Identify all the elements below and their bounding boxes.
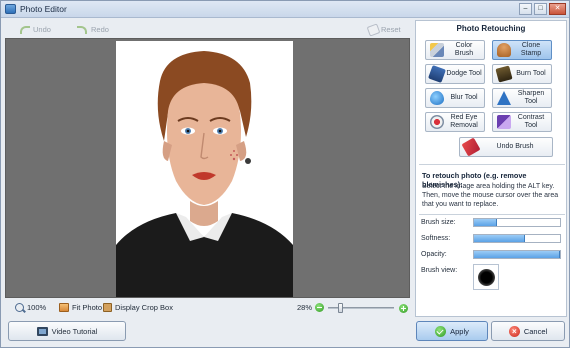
brush-preview (473, 264, 499, 290)
reset-icon (367, 24, 378, 34)
maximize-button[interactable]: □ (534, 3, 547, 15)
app-icon (5, 4, 16, 14)
undo-button[interactable]: Undo (19, 22, 51, 36)
redo-button[interactable]: Redo (77, 22, 109, 36)
apply-label: Apply (450, 326, 469, 336)
redo-label: Redo (91, 24, 109, 34)
minimize-button[interactable]: – (519, 3, 532, 15)
cancel-button[interactable]: × Cancel (491, 321, 565, 341)
video-tutorial-label: Video Tutorial (51, 326, 98, 336)
brush-size-label: Brush size: (421, 219, 456, 226)
tool-label: Dodge Tool (446, 70, 482, 77)
reset-label: Reset (381, 24, 401, 34)
tool-label: Sharpen Tool (517, 90, 545, 105)
tool-color-brush[interactable]: Color Brush (425, 40, 485, 60)
panel-divider (419, 164, 565, 165)
undo-label: Undo (33, 24, 51, 34)
zoom-out-icon[interactable] (315, 303, 325, 312)
tool-label: Red Eye Removal (450, 114, 478, 129)
opacity-label: Opacity: (421, 251, 447, 258)
video-tutorial-button[interactable]: Video Tutorial (8, 321, 126, 341)
photo-editor-window: Photo Editor – □ ✕ Undo Redo Reset 100% … (0, 0, 570, 348)
fit-photo-icon (59, 303, 69, 312)
panel-title: Photo Retouching (456, 24, 526, 33)
hint-text: Select the image area holding the ALT ke… (422, 183, 559, 209)
reset-button[interactable]: Reset (367, 22, 401, 36)
opacity-fill (474, 251, 560, 258)
zoom-100-button[interactable]: 100% (15, 303, 46, 312)
blur-tool-icon (430, 91, 444, 105)
tool-label: Contrast Tool (517, 114, 545, 129)
tool-blur[interactable]: Blur Tool (425, 88, 485, 108)
edit-toolbar: Undo Redo Reset (5, 20, 410, 38)
cancel-label: Cancel (523, 326, 548, 336)
redo-icon (77, 24, 88, 34)
zoom-icon (15, 303, 24, 312)
film-icon (36, 326, 48, 336)
panel-divider (419, 214, 565, 215)
crop-box-icon (103, 303, 112, 312)
tool-label: Color Brush (454, 42, 474, 57)
tool-burn[interactable]: Burn Tool (492, 64, 552, 84)
fit-photo-label: Fit Photo (72, 303, 103, 312)
tool-dodge[interactable]: Dodge Tool (425, 64, 485, 84)
retouching-panel: Photo Retouching Color Brush Clone Stamp… (415, 20, 567, 317)
checkmark-icon (435, 325, 447, 337)
cancel-icon: × (508, 325, 520, 337)
undo-brush-button[interactable]: Undo Brush (459, 137, 553, 157)
zoom-in-icon[interactable] (399, 304, 408, 313)
sharpen-tool-icon (497, 91, 511, 105)
apply-button[interactable]: Apply (416, 321, 488, 341)
undo-icon (19, 24, 30, 34)
tool-contrast[interactable]: Contrast Tool (492, 112, 552, 132)
zoom-percent: 28% (297, 303, 325, 312)
brush-size-fill (474, 219, 498, 226)
tool-label: Blur Tool (450, 94, 478, 101)
undo-brush-label: Undo Brush (496, 143, 534, 150)
image-canvas[interactable] (5, 38, 410, 298)
softness-slider[interactable] (473, 234, 561, 243)
portrait-image (116, 41, 293, 297)
clone-stamp-icon (497, 43, 511, 57)
dodge-tool-icon (428, 65, 446, 83)
view-toolbar: 100% Fit Photo Display Crop Box 28% (5, 300, 410, 316)
color-brush-icon (430, 43, 444, 57)
zoom-label: 100% (27, 303, 47, 312)
contrast-tool-icon (497, 115, 511, 129)
zoom-slider-thumb[interactable] (338, 303, 343, 313)
zoom-percent-label: 28% (297, 303, 313, 312)
softness-label: Softness: (421, 235, 451, 242)
tool-label: Burn Tool (516, 70, 546, 77)
tool-label: Clone Stamp (520, 42, 542, 57)
brush-preview-dot (478, 269, 495, 286)
fit-photo-button[interactable]: Fit Photo (59, 303, 102, 312)
undo-brush-icon (461, 137, 481, 157)
portrait-photo[interactable] (116, 41, 293, 297)
display-crop-box-button[interactable]: Display Crop Box (103, 303, 173, 312)
crop-box-label: Display Crop Box (115, 303, 173, 312)
tool-clone-stamp[interactable]: Clone Stamp (492, 40, 552, 60)
window-title: Photo Editor (20, 4, 67, 14)
window-controls: – □ ✕ (519, 3, 566, 15)
brush-size-slider[interactable] (473, 218, 561, 227)
burn-tool-icon (495, 65, 513, 83)
close-button[interactable]: ✕ (549, 3, 566, 15)
opacity-slider[interactable] (473, 250, 561, 259)
brush-view-label: Brush view: (421, 267, 458, 274)
tool-sharpen[interactable]: Sharpen Tool (492, 88, 552, 108)
title-bar: Photo Editor – □ ✕ (1, 1, 569, 18)
red-eye-icon (430, 115, 444, 129)
softness-fill (474, 235, 525, 242)
tool-red-eye-removal[interactable]: Red Eye Removal (425, 112, 485, 132)
